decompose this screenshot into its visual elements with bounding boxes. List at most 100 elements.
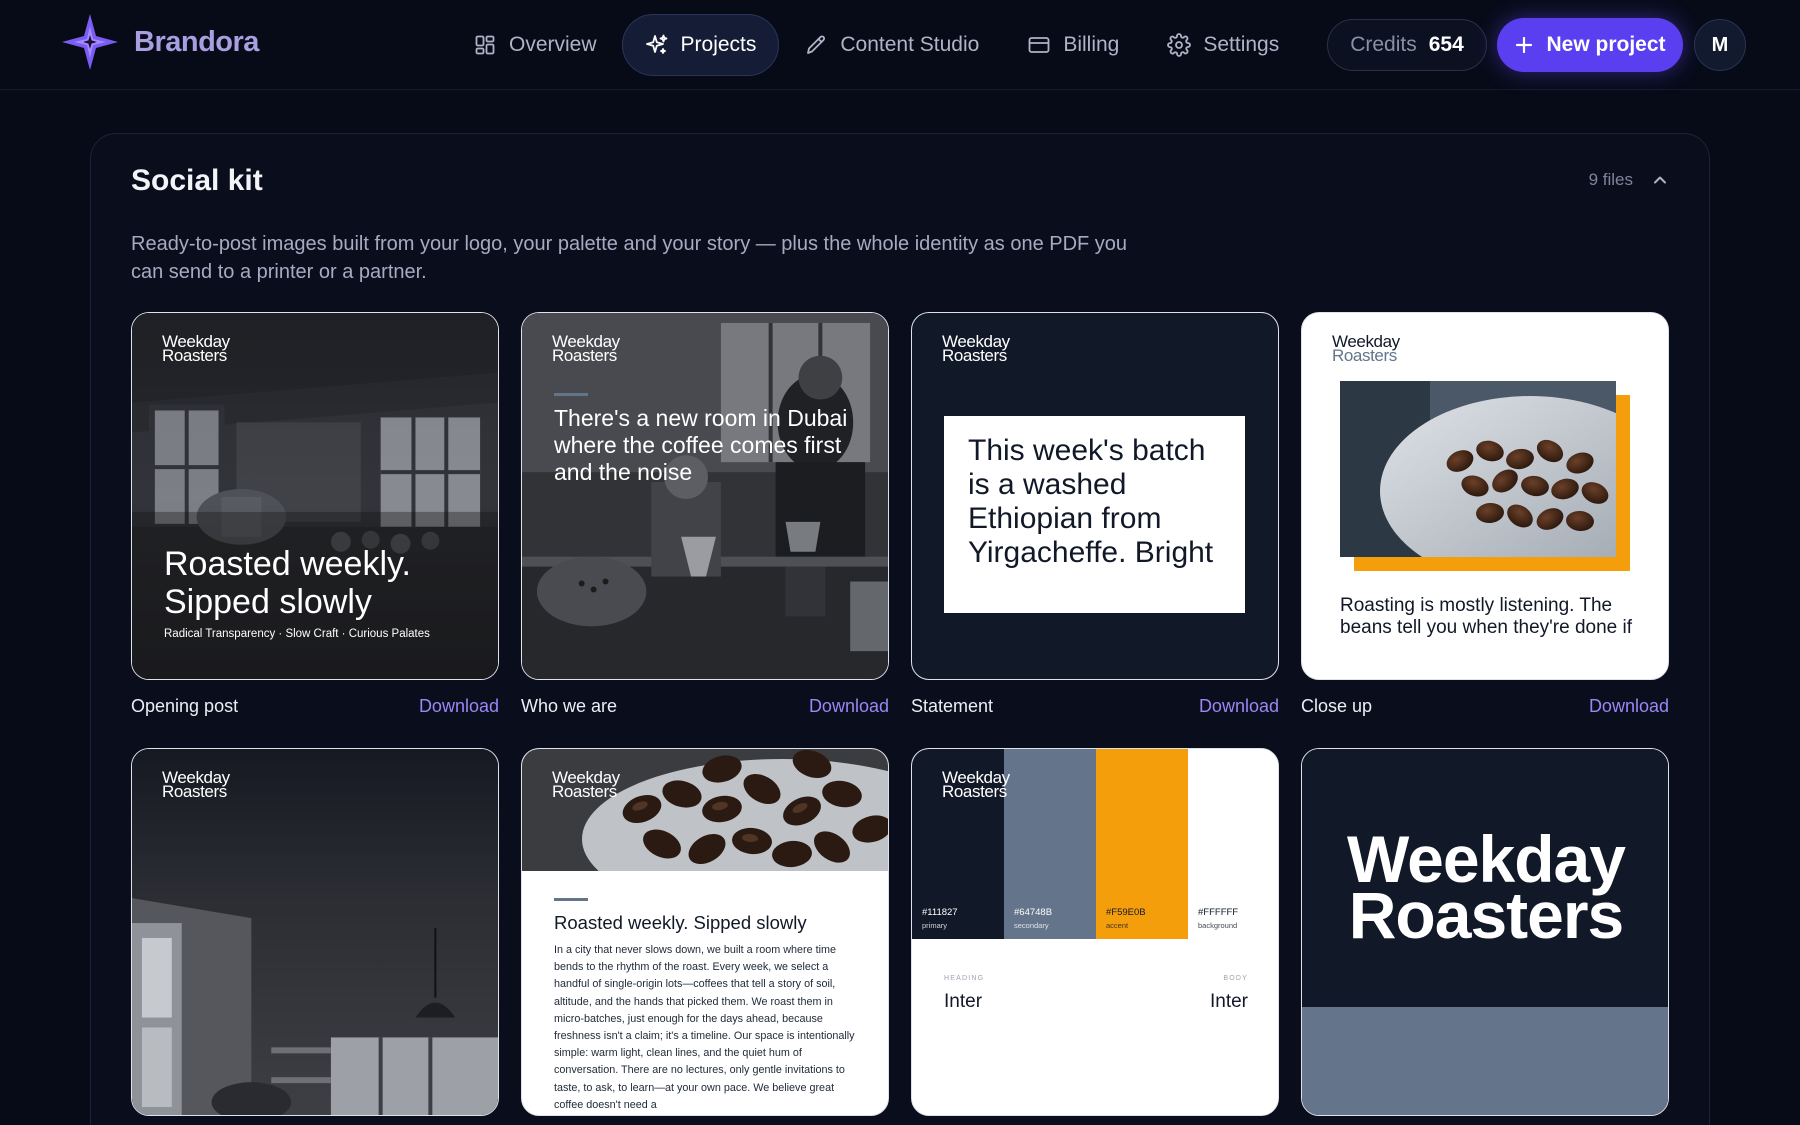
wordmark: Weekday Roasters xyxy=(942,769,1010,801)
color-swatch-background: #FFFFFF background xyxy=(1188,749,1278,939)
nav-item-label: Projects xyxy=(680,33,757,56)
nav-item-label: Overview xyxy=(509,33,597,56)
plus-icon xyxy=(1516,36,1533,54)
gear-icon xyxy=(1167,33,1192,57)
statement-box: This week's batch is a washed Ethiopian … xyxy=(944,416,1245,613)
wordmark: Weekday Roasters xyxy=(552,769,620,801)
social-kit-panel: Social kit 9 files Ready-to-post images … xyxy=(90,133,1710,1125)
beans-photo xyxy=(1340,381,1616,557)
credits-label: Credits xyxy=(1350,33,1417,56)
nav-item-overview[interactable]: Overview xyxy=(450,14,620,76)
card-caption: Statement Download xyxy=(911,691,1279,721)
interior-photo-image xyxy=(132,749,498,1115)
swatch-hex: #FFFFFF xyxy=(1198,907,1239,918)
post-headline: Roasted weekly. Sipped slowly xyxy=(164,545,411,621)
wordmark: Weekday Roasters xyxy=(162,333,230,365)
main-nav: Overview Projects Content Studio Billing xyxy=(450,14,1302,76)
grid-icon xyxy=(475,35,495,55)
new-project-label: New project xyxy=(1546,33,1666,56)
download-link[interactable]: Download xyxy=(1199,696,1279,717)
download-link[interactable]: Download xyxy=(1589,696,1669,717)
asset-card-close-up[interactable]: Weekday Roasters Roasting is mostly list… xyxy=(1301,312,1669,680)
accent-rule xyxy=(554,898,588,901)
swatch-role: primary xyxy=(922,921,948,930)
card-caption: Opening post Download xyxy=(131,691,499,721)
card-caption: Who we are Download xyxy=(521,691,889,721)
asset-card-wordmark[interactable]: Weekday Roasters xyxy=(1301,748,1669,1116)
card-title: Opening post xyxy=(131,695,239,716)
wordmark-line-2: Roasters xyxy=(1332,346,1397,365)
asset-card-opening-post[interactable]: Weekday Roasters Roasted weekly. Sipped … xyxy=(131,312,499,680)
asset-card-who-we-are[interactable]: Weekday Roasters There's a new room in D… xyxy=(521,312,889,680)
pen-icon xyxy=(807,35,826,54)
color-swatch-secondary: #64748B secondary xyxy=(1004,749,1096,939)
wordmark-line-2: Roasters xyxy=(552,346,617,365)
nav-item-label: Content Studio xyxy=(840,33,980,56)
color-swatch-accent: #F59E0B accent xyxy=(1096,749,1188,939)
avatar[interactable]: M xyxy=(1694,19,1746,71)
card-title: Who we are xyxy=(521,695,618,716)
body-font-label: BODY xyxy=(1223,975,1248,982)
nav-item-settings[interactable]: Settings xyxy=(1144,14,1302,76)
large-wordmark-line-2: Roasters xyxy=(1348,878,1624,952)
post-text: There's a new room in Dubai where the co… xyxy=(554,405,848,485)
new-project-button[interactable]: New project xyxy=(1497,18,1683,72)
statement-text: This week's batch is a washed Ethiopian … xyxy=(968,434,1214,569)
panel-meta[interactable]: 9 files xyxy=(1589,170,1669,190)
nav-item-content-studio[interactable]: Content Studio xyxy=(781,14,1002,76)
cafe-photo-image xyxy=(132,313,498,679)
panel-description: Ready-to-post images built from your log… xyxy=(131,233,1128,283)
wordmark: Weekday Roasters xyxy=(162,769,230,801)
swatch-role: secondary xyxy=(1014,921,1049,930)
card-icon xyxy=(1028,37,1050,53)
accent-rule xyxy=(554,393,588,396)
large-wordmark: Weekday Roasters xyxy=(1302,826,1668,952)
nav-item-billing[interactable]: Billing xyxy=(1004,14,1142,76)
card-caption: Close up Download xyxy=(1301,691,1669,721)
wordmark-secondary-block xyxy=(1302,1007,1668,1115)
top-navigation-bar: Brandora Overview Projects Content Studi… xyxy=(0,0,1800,90)
coffee-beans-image xyxy=(1340,381,1616,557)
nav-item-projects[interactable]: Projects xyxy=(621,14,780,76)
panel-title: Social kit xyxy=(131,164,263,197)
wordmark: Weekday Roasters xyxy=(552,333,620,365)
card-title: Statement xyxy=(911,695,994,716)
typography-section: HEADING BODY Inter Inter xyxy=(912,939,1278,1115)
credits-badge[interactable]: Credits 654 xyxy=(1327,19,1487,71)
download-link[interactable]: Download xyxy=(809,696,889,717)
story-heading: Roasted weekly. Sipped slowly xyxy=(554,912,807,933)
asset-card-statement[interactable]: Weekday Roasters This week's batch is a … xyxy=(911,312,1279,680)
nav-item-label: Billing xyxy=(1063,33,1120,56)
card-title: Close up xyxy=(1301,695,1373,716)
heading-font-value: Inter xyxy=(944,991,983,1012)
brand[interactable]: Brandora xyxy=(60,10,259,74)
asset-card-interior[interactable]: Weekday Roasters xyxy=(131,748,499,1116)
asset-card-palette[interactable]: #111827 primary #64748B secondary #F59E0B acc… xyxy=(911,748,1279,1116)
chevron-up-icon[interactable] xyxy=(1651,171,1669,189)
wordmark-line-2: Roasters xyxy=(162,782,227,801)
body-font-value: Inter xyxy=(1209,991,1248,1012)
wordmark-line-2: Roasters xyxy=(552,782,617,801)
barista-photo-image xyxy=(522,313,888,679)
wordmark-primary-block: Weekday Roasters xyxy=(1302,749,1668,1007)
download-link[interactable]: Download xyxy=(419,696,499,717)
story-body: In a city that never slows down, we buil… xyxy=(554,944,855,1111)
wordmark-line-2: Roasters xyxy=(162,346,227,365)
swatch-hex: #F59E0B xyxy=(1106,907,1146,918)
brand-logo-icon xyxy=(62,14,118,70)
swatch-hex: #64748B xyxy=(1014,907,1053,918)
wordmark: Weekday Roasters xyxy=(942,333,1010,365)
post-text: Roasting is mostly listening. The beans … xyxy=(1340,595,1632,638)
wordmark: Weekday Roasters xyxy=(1332,333,1400,365)
swatch-role: background xyxy=(1198,921,1238,930)
swatch-role: accent xyxy=(1106,921,1129,930)
brand-name: Brandora xyxy=(134,25,259,58)
asset-card-story[interactable]: Weekday Roasters Roasted weekly. Sipped … xyxy=(521,748,889,1116)
headline-line-2: Sipped slowly xyxy=(164,583,372,621)
heading-font-label: HEADING xyxy=(944,975,985,982)
post-tagline: Radical Transparency · Slow Craft · Curi… xyxy=(164,628,430,640)
sparkles-icon xyxy=(645,34,667,54)
wordmark-line-2: Roasters xyxy=(942,346,1007,365)
wordmark-line-2: Roasters xyxy=(942,782,1007,801)
file-count: 9 files xyxy=(1588,170,1633,189)
